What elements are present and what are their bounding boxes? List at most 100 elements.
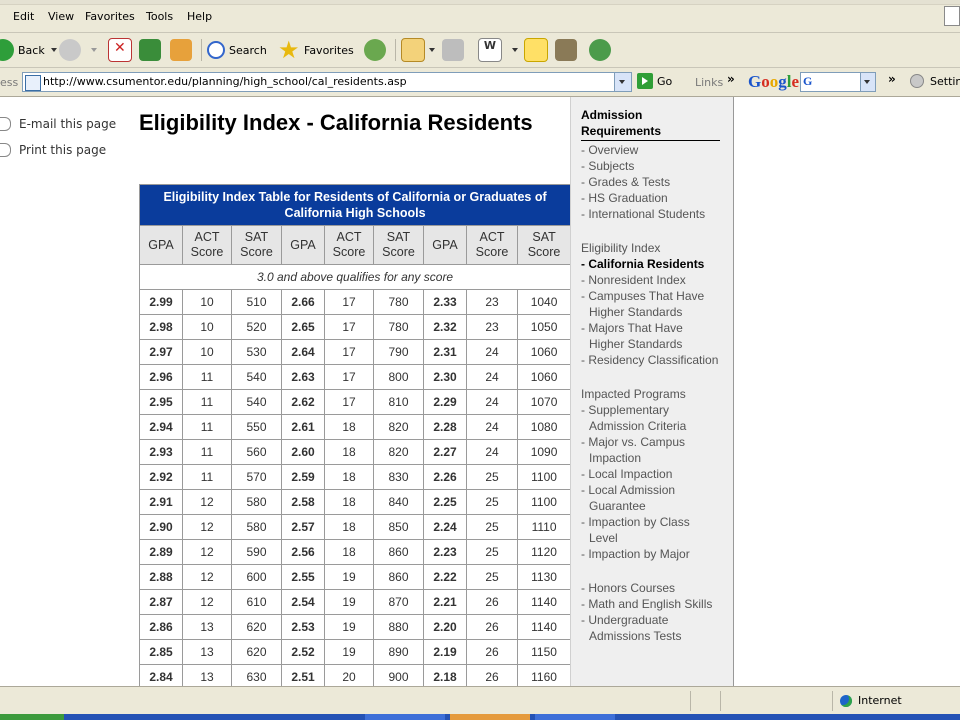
favorites-button[interactable]: ★ Favorites	[278, 37, 354, 63]
print-page-link[interactable]: Print this page	[0, 137, 116, 163]
table-row: 2.89 12 590 2.56 18 860 2.23 25 1120	[139, 539, 572, 565]
sat-score-cell: 1140	[516, 614, 572, 640]
column-header: ACT Score	[182, 225, 232, 265]
taskbar-item[interactable]	[450, 714, 530, 720]
search-button[interactable]: Search	[207, 37, 267, 63]
sidebar-link[interactable]: - HS Graduation	[581, 190, 721, 206]
sidebar-link[interactable]: - Majors That Have Higher Standards	[581, 320, 721, 352]
window-control-button[interactable]	[944, 6, 960, 26]
menu-tools[interactable]: Tools	[146, 10, 173, 23]
gpa-cell: 2.55	[281, 564, 325, 590]
links-label[interactable]: Links	[695, 76, 723, 89]
address-input[interactable]: http://www.csumentor.edu/planning/high_s…	[22, 72, 632, 92]
act-score-cell: 24	[466, 414, 518, 440]
sidebar-link[interactable]: - Honors Courses	[581, 580, 721, 596]
gpa-cell: 2.91	[139, 489, 183, 515]
address-url[interactable]: http://www.csumentor.edu/planning/high_s…	[43, 75, 407, 88]
sat-score-cell: 1060	[516, 364, 572, 390]
google-search-dropdown[interactable]	[860, 73, 875, 91]
act-score-cell: 19	[324, 564, 374, 590]
sidebar-link[interactable]: - Subjects	[581, 158, 721, 174]
chevron-down-icon[interactable]	[50, 48, 57, 52]
mail-button[interactable]	[401, 37, 435, 63]
taskbar-item[interactable]	[365, 714, 445, 720]
go-button[interactable]: Go	[637, 73, 672, 89]
table-row: 2.99 10 510 2.66 17 780 2.33 23 1040	[139, 289, 572, 315]
address-label: ess	[0, 76, 19, 89]
google-search-combo[interactable]: G	[800, 72, 876, 92]
sidebar-link[interactable]: - Impaction by Major	[581, 546, 721, 562]
act-score-cell: 11	[182, 464, 232, 490]
chevron-down-icon[interactable]	[512, 48, 518, 52]
sidebar-link[interactable]: - Overview	[581, 142, 721, 158]
home-button[interactable]	[170, 37, 196, 63]
sat-score-cell: 1120	[516, 539, 572, 565]
sidebar-link[interactable]: - Campuses That Have Higher Standards	[581, 288, 721, 320]
sidebar-group-title[interactable]: Impacted Programs	[581, 386, 721, 402]
sidebar-group-title[interactable]: Eligibility Index	[581, 240, 721, 256]
sat-score-cell: 780	[373, 289, 424, 315]
sidebar-link[interactable]: - Local Impaction	[581, 466, 721, 482]
title-bar-strip	[0, 0, 960, 5]
sidebar-link[interactable]: - Nonresident Index	[581, 272, 721, 288]
chevron-right-icon[interactable]: »	[888, 72, 896, 86]
chevron-down-icon[interactable]	[429, 48, 435, 52]
sidebar-link[interactable]: - Supplementary Admission Criteria	[581, 402, 721, 434]
act-score-cell: 25	[466, 539, 518, 565]
research-button[interactable]	[555, 37, 581, 63]
column-header: SAT Score	[231, 225, 282, 265]
sidebar-link[interactable]: - International Students	[581, 206, 721, 222]
messenger-button[interactable]	[589, 37, 615, 63]
mail-icon	[401, 38, 425, 62]
menu-view[interactable]: View	[48, 10, 74, 23]
menu-edit[interactable]: Edit	[13, 10, 34, 23]
sidebar-link[interactable]: - Residency Classification	[581, 352, 721, 368]
forward-button[interactable]	[59, 37, 97, 63]
chevron-down-icon	[864, 80, 870, 84]
settings-label: Settin	[930, 74, 960, 88]
refresh-button[interactable]	[139, 37, 165, 63]
discuss-button[interactable]	[524, 37, 552, 63]
sidebar-link[interactable]: - Grades & Tests	[581, 174, 721, 190]
print-button[interactable]	[442, 37, 468, 63]
chevron-down-icon	[619, 80, 625, 84]
sidebar-link[interactable]: - Impaction by Class Level	[581, 514, 721, 546]
address-dropdown-button[interactable]	[614, 73, 631, 91]
back-button[interactable]: Back	[0, 37, 57, 63]
email-page-link[interactable]: E-mail this page	[0, 111, 116, 137]
gpa-cell: 2.97	[139, 339, 183, 365]
start-button[interactable]	[0, 714, 64, 720]
sidebar-link[interactable]: - Major vs. Campus Impaction	[581, 434, 721, 466]
table-row: 2.96 11 540 2.63 17 800 2.30 24 1060	[139, 364, 572, 390]
google-settings-button[interactable]: Settin	[910, 74, 960, 88]
search-label: Search	[229, 43, 267, 57]
menu-favorites[interactable]: Favorites	[85, 10, 135, 23]
act-score-cell: 25	[466, 489, 518, 515]
gpa-cell: 2.65	[281, 314, 325, 340]
stop-button[interactable]: ✕	[108, 37, 136, 63]
sidebar-link[interactable]: - Local Admission Guarantee	[581, 482, 721, 514]
gpa-cell: 2.21	[423, 589, 467, 615]
table-row: 2.95 11 540 2.62 17 810 2.29 24 1070	[139, 389, 572, 415]
sidebar-link[interactable]: - Undergraduate Admissions Tests	[581, 612, 721, 644]
sidebar-link[interactable]: - California Residents	[581, 256, 721, 272]
act-score-cell: 23	[466, 314, 518, 340]
page-title: Eligibility Index - California Residents	[139, 110, 533, 135]
print-icon	[0, 143, 11, 157]
table-row: 2.98 10 520 2.65 17 780 2.32 23 1050	[139, 314, 572, 340]
history-button[interactable]	[364, 37, 390, 63]
chevron-down-icon[interactable]	[91, 48, 97, 52]
chevron-right-icon[interactable]: »	[727, 72, 735, 86]
act-score-cell: 12	[182, 489, 232, 515]
sidebar-link[interactable]: - Math and English Skills	[581, 596, 721, 612]
sat-score-cell: 1150	[516, 639, 572, 665]
security-zone: Internet	[840, 694, 902, 707]
favorites-label: Favorites	[304, 43, 354, 57]
edit-button[interactable]: W	[478, 37, 518, 63]
sat-score-cell: 530	[231, 339, 282, 365]
column-header: GPA	[281, 225, 325, 265]
act-score-cell: 18	[324, 464, 374, 490]
menu-help[interactable]: Help	[187, 10, 212, 23]
gpa-cell: 2.51	[281, 664, 325, 686]
taskbar-item[interactable]	[535, 714, 615, 720]
